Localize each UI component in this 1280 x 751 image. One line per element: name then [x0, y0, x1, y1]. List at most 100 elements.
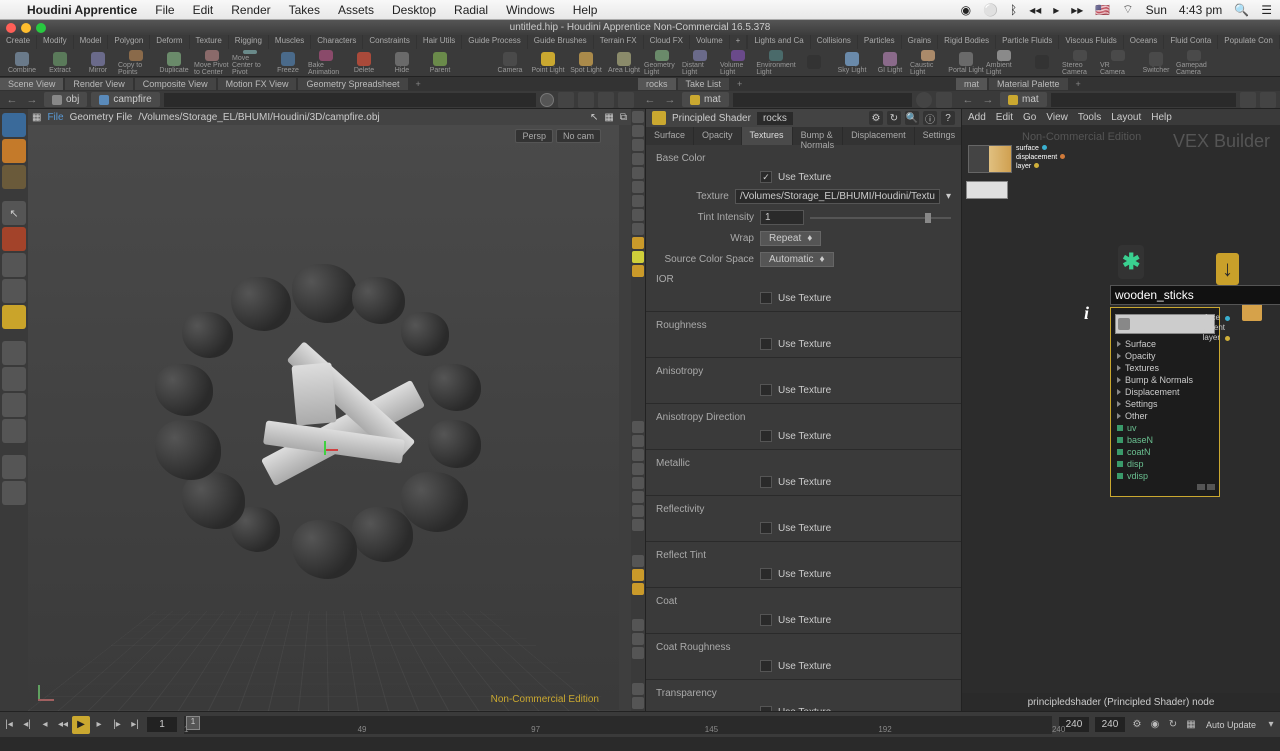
shelf-tab-create[interactable]: Create: [0, 35, 36, 49]
net-menu-add[interactable]: Add: [968, 112, 986, 123]
pane-tab-rocks[interactable]: rocks: [638, 78, 676, 90]
siri-icon[interactable]: ◉: [961, 3, 971, 17]
tool-11[interactable]: [2, 481, 26, 505]
geo-file-path[interactable]: /Volumes/Storage_EL/BHUMI/Houdini/3D/cam…: [138, 112, 379, 123]
tool-8[interactable]: [2, 393, 26, 417]
search-icon[interactable]: 🔍: [1234, 3, 1249, 17]
shelf-tab-collisions[interactable]: Collisions: [811, 35, 857, 49]
spotlight-icon[interactable]: ⚪: [983, 3, 998, 17]
shelf-portal-light[interactable]: Portal Light: [948, 50, 984, 76]
menu-edit[interactable]: Edit: [184, 3, 223, 17]
menu-radial[interactable]: Radial: [445, 3, 497, 17]
shelf-environment-light[interactable]: Environment Light: [758, 50, 794, 76]
shelf-parent[interactable]: Parent: [422, 50, 458, 76]
vrt-22[interactable]: [632, 569, 644, 581]
vrt-5[interactable]: [632, 167, 644, 179]
shelf-hide[interactable]: Hide: [384, 50, 420, 76]
vp-hdr-btn-2[interactable]: ▦: [604, 112, 613, 123]
shelf-tab-volume[interactable]: Volume: [690, 35, 729, 49]
shelf-move-center-to-pivot[interactable]: Move Center to Pivot: [232, 50, 268, 76]
net-menu-go[interactable]: Go: [1023, 112, 1036, 123]
shelf-mirror[interactable]: Mirror: [80, 50, 116, 76]
pane-tab-render-view[interactable]: Render View: [65, 78, 132, 90]
shelf-copy-to-points[interactable]: Copy to Points: [118, 50, 154, 76]
shelf-tab-polygon[interactable]: Polygon: [108, 35, 149, 49]
radial-up-icon[interactable]: ✱: [1118, 245, 1144, 279]
shelf-tab-guide-process[interactable]: Guide Process: [462, 35, 526, 49]
transparency-use-texture-checkbox[interactable]: [760, 706, 772, 711]
vrt-9[interactable]: [632, 223, 644, 235]
existing-shader-node[interactable]: [968, 145, 1012, 173]
vrt-17[interactable]: [632, 477, 644, 489]
tl-prev-key-button[interactable]: ◂|: [18, 716, 36, 734]
texture-path-field[interactable]: /Volumes/Storage_EL/BHUMI/Houdini/Textu: [735, 189, 940, 204]
vrt-16[interactable]: [632, 463, 644, 475]
bluetooth-icon[interactable]: ᛒ: [1010, 3, 1017, 17]
tl-next-key-button[interactable]: |▸: [108, 716, 126, 734]
control-center-icon[interactable]: ☰: [1261, 3, 1272, 17]
end-frame-field-2[interactable]: 240: [1095, 717, 1125, 732]
ctx-btn-5[interactable]: [618, 92, 634, 108]
vrt-27[interactable]: [632, 683, 644, 695]
tool-scale[interactable]: [2, 253, 26, 277]
param-tab-surface[interactable]: Surface: [646, 127, 694, 145]
vrt-14[interactable]: [632, 435, 644, 447]
shelf-tab-texture[interactable]: Texture: [190, 35, 228, 49]
shelf-tab-populate-con[interactable]: Populate Con: [1218, 35, 1278, 49]
tool-7[interactable]: [2, 367, 26, 391]
param-tab-settings[interactable]: Settings: [915, 127, 965, 145]
popup-item-other[interactable]: Other: [1111, 410, 1219, 422]
shelf-point-light[interactable]: Point Light: [530, 50, 566, 76]
add-pane-tab[interactable]: +: [410, 78, 427, 90]
back-button-3[interactable]: ←: [960, 92, 976, 108]
vrt-20[interactable]: [632, 519, 644, 531]
shelf-area-light[interactable]: Area Light: [606, 50, 642, 76]
pane-tab-composite-view[interactable]: Composite View: [135, 78, 216, 90]
popup-item-basen[interactable]: baseN: [1111, 434, 1219, 446]
reflectivity-use-texture-checkbox[interactable]: [760, 522, 772, 534]
search-param-icon[interactable]: 🔍: [905, 111, 919, 125]
tl-play-back-button[interactable]: ◂◂: [54, 716, 72, 734]
vrt-24[interactable]: [632, 619, 644, 631]
menu-windows[interactable]: Windows: [497, 3, 564, 17]
tool-3[interactable]: [2, 165, 26, 189]
pane-tab-take-list[interactable]: Take List: [678, 78, 730, 90]
vp-hdr-btn-3[interactable]: ⧉: [620, 112, 627, 123]
play-icon[interactable]: ▸: [1053, 3, 1059, 17]
param-tab-textures[interactable]: Textures: [742, 127, 793, 145]
pane-tab-mat[interactable]: mat: [956, 78, 987, 90]
shelf-blank[interactable]: [796, 50, 832, 76]
popup-item-settings[interactable]: Settings: [1111, 398, 1219, 410]
flag-icon[interactable]: 🇺🇸: [1095, 3, 1110, 17]
shelf-duplicate[interactable]: Duplicate: [156, 50, 192, 76]
tool-view[interactable]: [2, 113, 26, 137]
shelf-tab-particles[interactable]: Particles: [858, 35, 901, 49]
wrap-dropdown[interactable]: Repeat♦: [760, 231, 821, 246]
vrt-4[interactable]: [632, 153, 644, 165]
shelf-distant-light[interactable]: Distant Light: [682, 50, 718, 76]
popup-item-uv[interactable]: uv: [1111, 422, 1219, 434]
ctx-btn-1[interactable]: [540, 93, 554, 107]
anisotropy-direction-use-texture-checkbox[interactable]: [760, 430, 772, 442]
shelf-tab-hair-utils[interactable]: Hair Utils: [417, 35, 461, 49]
shelf-bake-animation[interactable]: Bake Animation: [308, 50, 344, 76]
skip-back-icon[interactable]: ◂◂: [1029, 3, 1041, 17]
reload-icon[interactable]: ↻: [887, 111, 901, 125]
clock-time[interactable]: 4:43 pm: [1179, 3, 1222, 17]
reflect-tint-use-texture-checkbox[interactable]: [760, 568, 772, 580]
scene-chip[interactable]: campfire: [91, 92, 159, 107]
vrt-3[interactable]: [632, 139, 644, 151]
shelf-sky-light[interactable]: Sky Light: [834, 50, 870, 76]
shelf-tab-fluid-conta[interactable]: Fluid Conta: [1164, 35, 1217, 49]
shelf-tab-model[interactable]: Model: [74, 35, 108, 49]
info-icon[interactable]: ⓘ: [923, 111, 937, 125]
viewport-canvas[interactable]: Persp No cam Non-Commercial Edition: [28, 125, 619, 711]
path-input[interactable]: [164, 93, 536, 107]
vrt-18[interactable]: [632, 491, 644, 503]
tl-last-button[interactable]: ▸|: [126, 716, 144, 734]
tl-first-button[interactable]: |◂: [0, 716, 18, 734]
shelf-tab-characters[interactable]: Characters: [311, 35, 362, 49]
shelf-move-pivot-to-center[interactable]: Move Pivot to Center: [194, 50, 230, 76]
tool-move[interactable]: ↖: [2, 201, 26, 225]
pane-tab-material-palette[interactable]: Material Palette: [989, 78, 1068, 90]
